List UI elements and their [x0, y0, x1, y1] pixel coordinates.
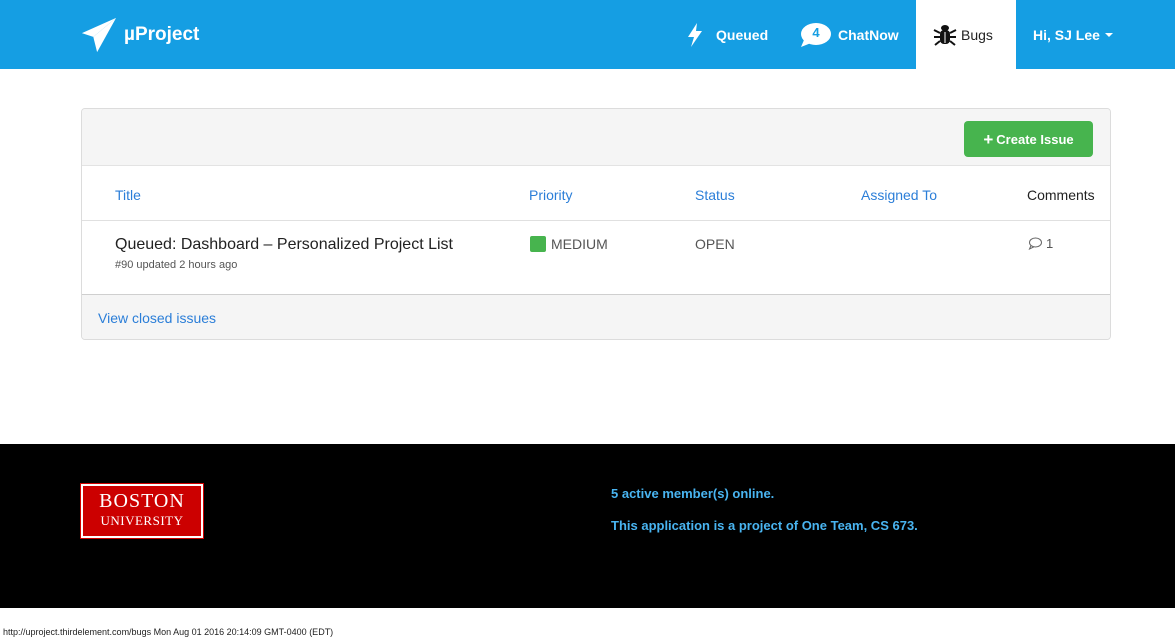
top-navbar: µProject Queued 4 ChatNow Bugs Hi, SJ Le… — [0, 0, 1175, 69]
project-note-text: This application is a project of One Tea… — [611, 518, 918, 533]
panel-header: + Create Issue — [82, 109, 1110, 166]
create-issue-label: Create Issue — [996, 131, 1074, 147]
chat-unread-count: 4 — [812, 24, 820, 40]
comments-count: 1 — [1046, 236, 1054, 251]
priority-value: MEDIUM — [551, 236, 608, 252]
caret-down-icon — [1104, 32, 1113, 37]
panel-footer: View closed issues — [82, 295, 1110, 339]
issue-meta: #90 updated 2 hours ago — [115, 259, 238, 271]
nav-chatnow[interactable]: 4 ChatNow — [800, 0, 899, 69]
plus-icon: + — [983, 129, 994, 149]
brand-name: µProject — [124, 24, 200, 45]
status-value: OPEN — [695, 236, 735, 252]
column-header-priority[interactable]: Priority — [529, 187, 573, 203]
table-row[interactable]: Queued: Dashboard – Personalized Project… — [82, 221, 1110, 294]
boston-university-logo: BOSTON UNIVERSITY — [80, 483, 204, 539]
column-header-status[interactable]: Status — [695, 187, 735, 203]
logo-line-1: BOSTON — [99, 490, 185, 512]
column-header-comments: Comments — [1027, 187, 1095, 203]
nav-queued[interactable]: Queued — [687, 0, 768, 69]
nav-chatnow-label: ChatNow — [838, 26, 899, 43]
nav-queued-label: Queued — [716, 26, 769, 43]
priority-color-swatch — [530, 236, 546, 252]
comment-bubble-icon — [1028, 237, 1042, 250]
issues-panel: + Create Issue Title Priority Status Ass… — [81, 108, 1111, 340]
logo-line-2: UNIVERSITY — [100, 513, 184, 528]
user-greeting: Hi, SJ Lee — [1033, 26, 1100, 43]
column-header-assigned-to[interactable]: Assigned To — [861, 187, 937, 203]
column-header-title[interactable]: Title — [115, 187, 141, 203]
browser-status-bar: http://uproject.thirdelement.com/bugs Mo… — [3, 627, 334, 637]
nav-bugs-label: Bugs — [961, 26, 993, 43]
bug-icon — [933, 24, 957, 46]
user-menu-dropdown[interactable]: Hi, SJ Lee — [1033, 0, 1113, 69]
view-closed-issues-link[interactable]: View closed issues — [98, 310, 216, 326]
comments-count-link[interactable]: 1 — [1028, 236, 1053, 251]
brand-link[interactable]: µProject — [80, 14, 199, 56]
paper-plane-icon — [81, 17, 117, 53]
chat-bubble-icon: 4 — [800, 22, 834, 48]
issue-title-link[interactable]: Queued: Dashboard – Personalized Project… — [115, 236, 453, 254]
create-issue-button[interactable]: + Create Issue — [964, 121, 1093, 157]
members-online-text: 5 active member(s) online. — [611, 486, 775, 501]
page-footer: BOSTON UNIVERSITY 5 active member(s) onl… — [0, 444, 1175, 608]
nav-bugs[interactable]: Bugs — [916, 0, 1016, 69]
lightning-bolt-icon — [688, 22, 702, 47]
